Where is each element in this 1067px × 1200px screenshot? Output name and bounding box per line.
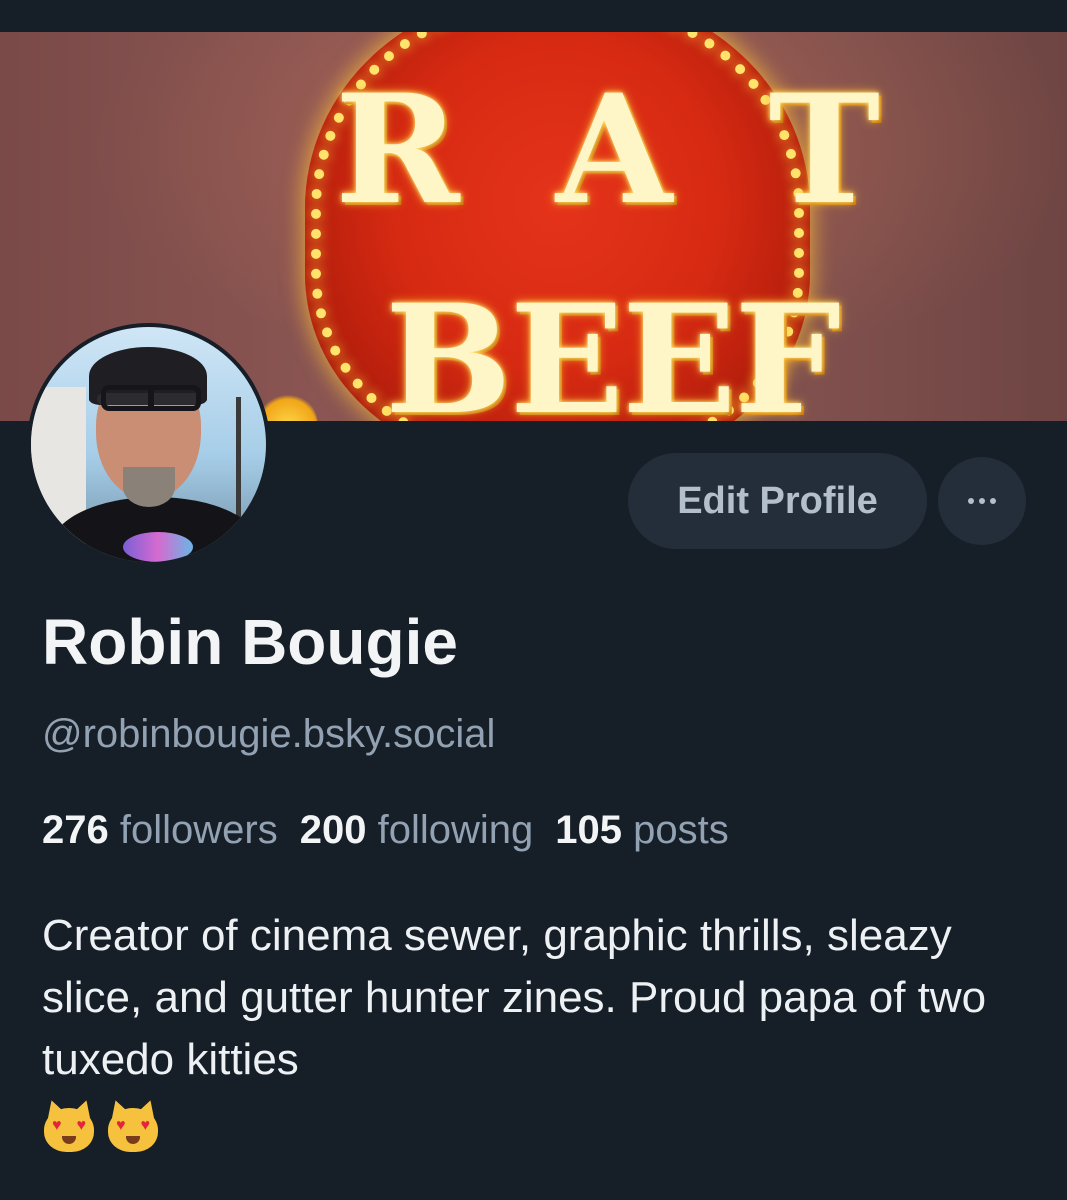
bulb-glow [258, 392, 318, 421]
sign-text-line2: BEEF [385, 272, 841, 421]
smiling-cat-heart-eyes-icon: ♥ ♥ [106, 1097, 160, 1152]
avatar-shirt-print [123, 532, 193, 562]
following-count: 200 [299, 808, 367, 852]
following-label: following [377, 808, 534, 852]
posts-count: 105 [555, 808, 622, 852]
avatar-glasses [101, 385, 201, 411]
avatar[interactable] [27, 323, 270, 566]
avatar-beard [123, 467, 175, 507]
bio-emojis: ♥ ♥ ♥ ♥ [42, 1097, 160, 1152]
profile-page: R A T BEEF Edit Profile Robin Bougie @ro… [0, 0, 1067, 1200]
edit-profile-button[interactable]: Edit Profile [628, 453, 927, 549]
following-link[interactable]: 200 following [300, 808, 534, 852]
followers-count: 276 [42, 808, 109, 852]
profile-stats: 276 followers 200 following 105 posts [42, 808, 729, 853]
profile-bio: Creator of cinema sewer, graphic thrills… [42, 911, 987, 1084]
posts-label: posts [633, 808, 729, 852]
smiling-cat-heart-eyes-icon: ♥ ♥ [42, 1097, 96, 1152]
more-options-button[interactable] [938, 457, 1026, 545]
followers-label: followers [119, 808, 278, 852]
sign-text-line1: R A T [335, 62, 883, 238]
followers-link[interactable]: 276 followers [42, 808, 278, 852]
profile-handle: @robinbougie.bsky.social [42, 712, 496, 756]
posts-stat: 105 posts [555, 808, 728, 852]
more-horizontal-icon [968, 498, 996, 504]
display-name: Robin Bougie [42, 606, 458, 678]
